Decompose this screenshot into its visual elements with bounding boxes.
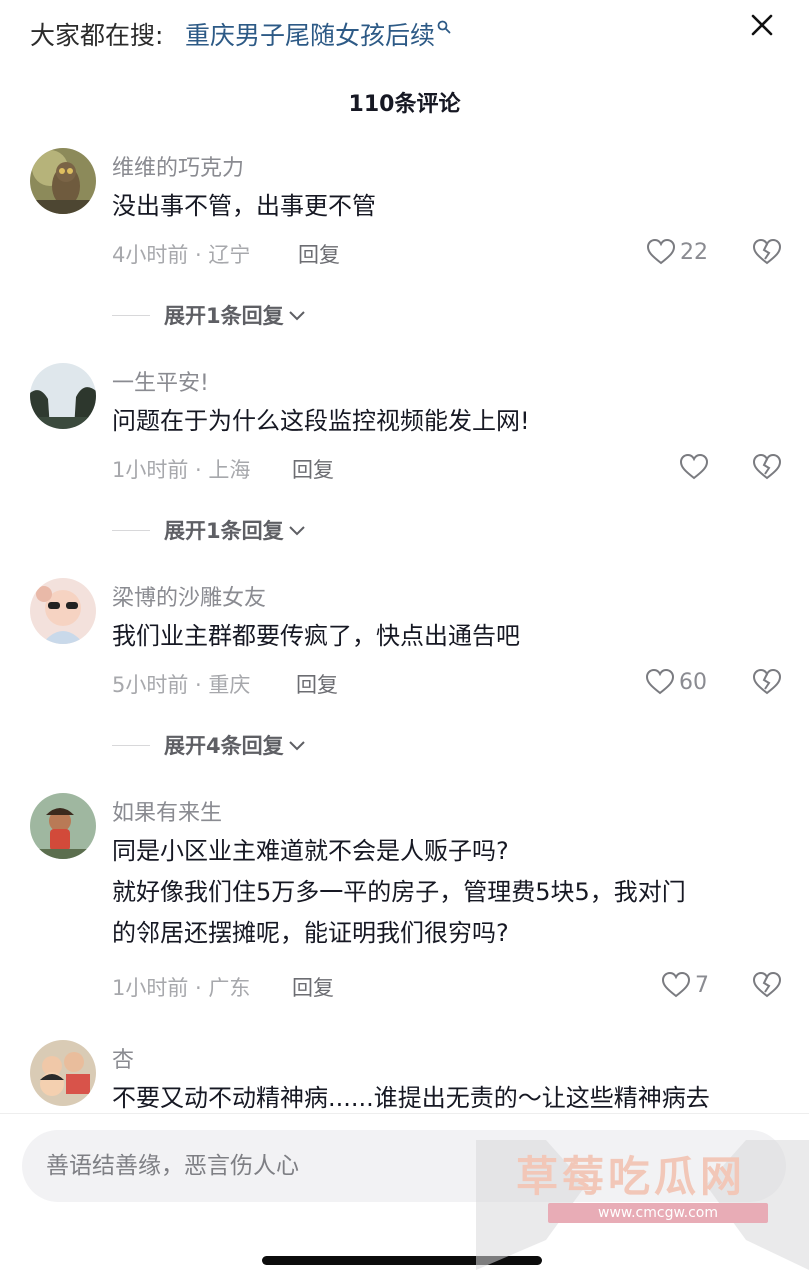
broken-heart-icon[interactable] [752, 238, 782, 266]
broken-heart-icon[interactable] [752, 453, 782, 481]
reply-button[interactable]: 回复 [292, 972, 334, 1002]
search-suggestion-link[interactable]: 重庆男子尾随女孩后续 [185, 16, 451, 52]
nickname[interactable]: 一生平安! [112, 365, 209, 397]
nickname[interactable]: 梁博的沙雕女友 [112, 580, 266, 612]
reply-button[interactable]: 回复 [298, 239, 340, 269]
heart-icon [679, 453, 709, 480]
watermark-url: www.cmcgw.com [548, 1203, 768, 1223]
heart-icon [645, 668, 675, 695]
nickname[interactable]: 如果有来生 [112, 795, 222, 827]
comment-count: 110条评论 [348, 92, 461, 117]
comment-text-line: 的邻居还摆摊呢，能证明我们很穷吗? [112, 919, 509, 947]
avatar[interactable] [30, 578, 96, 644]
search-icon [437, 20, 451, 34]
time-location: 1小时前 · 广东 [112, 976, 251, 1000]
time-location: 4小时前 · 辽宁 [112, 243, 251, 267]
comment-text: 同是小区业主难道就不会是人贩子吗? 就好像我们住5万多一平的房子，管理费5块5，… [112, 831, 782, 954]
expand-replies-label: 展开1条回复 [164, 304, 284, 328]
divider [112, 314, 150, 316]
reply-button[interactable]: 回复 [292, 454, 334, 484]
expand-replies-label: 展开1条回复 [164, 519, 284, 543]
like-button[interactable]: 22 [646, 237, 708, 267]
time-location: 1小时前 · 上海 [112, 458, 251, 482]
avatar[interactable] [30, 363, 96, 429]
search-prefix: 大家都在搜: [30, 21, 164, 50]
expand-replies-button[interactable]: 展开4条回复 [112, 730, 306, 760]
like-count: 7 [695, 972, 709, 998]
search-suggestion-bar: 大家都在搜: 重庆男子尾随女孩后续 [0, 0, 809, 64]
like-button[interactable]: 60 [645, 667, 707, 697]
time-location: 5小时前 · 重庆 [112, 673, 251, 697]
close-icon[interactable] [746, 9, 778, 41]
like-button[interactable]: 7 [661, 970, 709, 1000]
like-count: 60 [679, 669, 707, 695]
comment-text-line: 同是小区业主难道就不会是人贩子吗? [112, 837, 509, 865]
nickname[interactable]: 维维的巧克力 [112, 150, 244, 182]
reply-button[interactable]: 回复 [296, 669, 338, 699]
search-term-text: 重庆男子尾随女孩后续 [185, 21, 436, 50]
heart-icon [646, 238, 676, 265]
comment-text: 我们业主群都要传疯了，快点出通告吧 [112, 622, 520, 650]
avatar[interactable] [30, 793, 96, 859]
broken-heart-icon[interactable] [752, 971, 782, 999]
broken-heart-icon[interactable] [752, 668, 782, 696]
divider [112, 529, 150, 531]
heart-icon [661, 971, 691, 998]
chevron-down-icon [288, 311, 305, 321]
like-button[interactable] [679, 452, 713, 482]
avatar[interactable] [30, 1040, 96, 1106]
expand-replies-button[interactable]: 展开1条回复 [112, 515, 306, 545]
expand-replies-button[interactable]: 展开1条回复 [112, 300, 306, 330]
like-count: 22 [680, 239, 708, 265]
avatar[interactable] [30, 148, 96, 214]
chevron-down-icon [288, 526, 305, 536]
nickname[interactable]: 杏 [112, 1042, 134, 1074]
divider [112, 744, 150, 746]
comment-text: 没出事不管，出事更不管 [112, 192, 376, 220]
expand-replies-label: 展开4条回复 [164, 734, 284, 758]
chevron-down-icon [288, 741, 305, 751]
comment-text: 问题在于为什么这段监控视频能发上网! [112, 407, 530, 435]
comment-text-line: 就好像我们住5万多一平的房子，管理费5块5，我对门 [112, 878, 686, 906]
watermark-title: 草莓吃瓜网 [516, 1152, 747, 1201]
